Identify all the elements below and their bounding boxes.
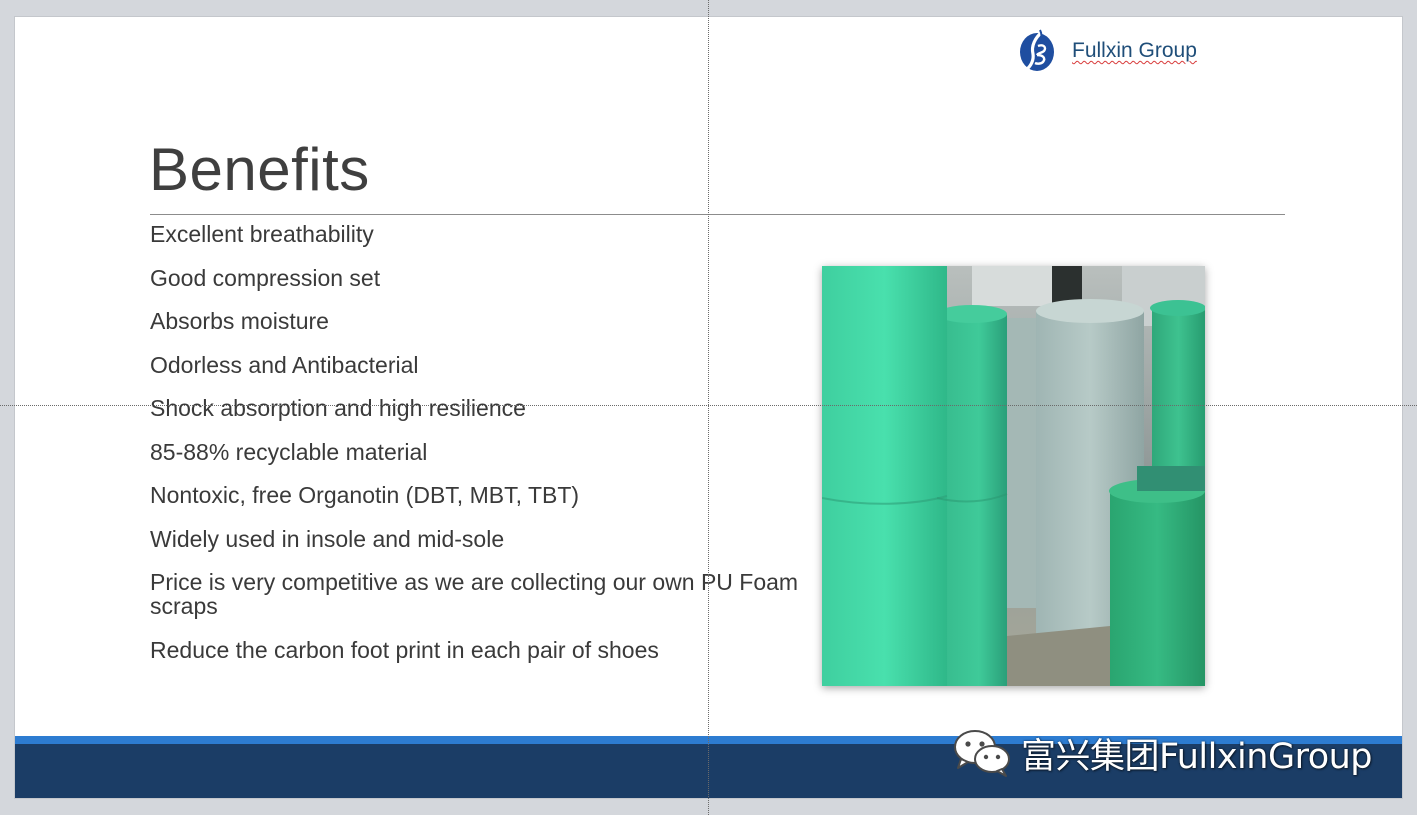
benefit-item: Reduce the carbon foot print in each pai… [150, 636, 659, 663]
benefits-list: Excellent breathability Good compression… [150, 222, 800, 681]
fullxin-logo-icon [1020, 29, 1054, 72]
slide-title: Benefits [149, 136, 370, 203]
benefit-item: Widely used in insole and mid-sole [150, 525, 505, 552]
benefit-item: Absorbs moisture [150, 308, 329, 334]
foam-rolls-photo[interactable] [822, 266, 1205, 686]
benefit-item: Good compression set [150, 264, 381, 291]
benefit-item: Price is very competitive as we are coll… [150, 569, 799, 619]
brand-logo: Fullxin Group [1018, 28, 1197, 74]
wechat-icon [954, 730, 1010, 777]
benefit-item: Shock absorption and high resilience [150, 395, 526, 421]
brand-name: Fullxin Group [1072, 39, 1197, 62]
watermark-text: 富兴集团FullxinGroup [1021, 736, 1373, 777]
benefit-item: Odorless and Antibacterial [150, 351, 419, 378]
benefit-item: Nontoxic, free Organotin (DBT, MBT, TBT) [150, 482, 580, 508]
benefit-item: Excellent breathability [150, 221, 374, 247]
benefit-item: 85-88% recyclable material [150, 438, 428, 465]
title-divider [150, 214, 1285, 215]
horizontal-guide-line[interactable] [0, 405, 1417, 406]
wechat-watermark: 富兴集团FullxinGroup [949, 723, 1373, 783]
vertical-guide-line[interactable] [708, 0, 709, 815]
